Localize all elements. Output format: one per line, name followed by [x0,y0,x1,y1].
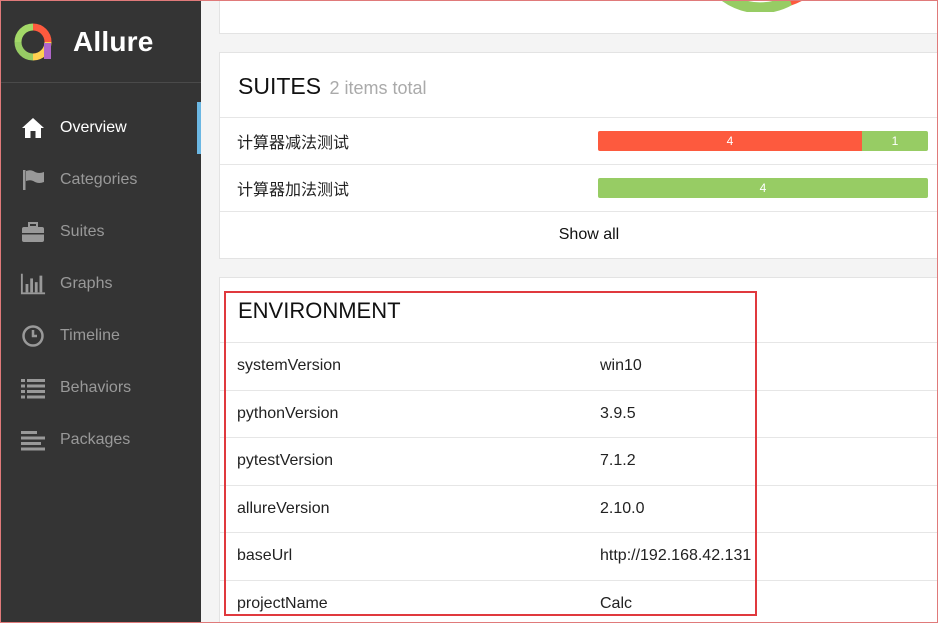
env-key: allureVersion [237,499,330,517]
show-all-link[interactable]: Show all [220,211,937,258]
suites-count: 2 items total [329,78,427,98]
sidebar-item-label: Behaviors [60,379,132,396]
suite-row[interactable]: 计算器减法测试 4 1 [220,117,937,164]
env-value: 2.10.0 [600,499,645,517]
sidebar-item-packages[interactable]: Packages [1,414,201,466]
sidebar-item-label: Categories [60,171,138,188]
suite-status-bar[interactable]: 4 [598,178,928,198]
app-title: Allure [73,25,154,57]
env-row: pythonVersion 3.9.5 [220,389,937,438]
env-row: baseUrl http://192.168.42.131 [220,532,937,580]
environment-widget: ENVIRONMENT systemVersion win10 pythonVe… [219,277,937,622]
sidebar-item-label: Overview [60,119,127,136]
sidebar-item-behaviors[interactable]: Behaviors [1,362,201,414]
main-content: SUITES 2 items total 计算器减法测试 4 1 计算器加法测试… [201,1,937,622]
suite-name: 计算器减法测试 [237,135,350,152]
env-key: baseUrl [237,547,293,565]
env-value: 7.1.2 [600,452,636,470]
summary-widget [219,1,937,34]
env-row: pytestVersion 7.1.2 [220,437,937,485]
sidebar-nav: Overview Categories Suites Graphs Timeli… [1,102,201,466]
briefcase-icon [20,220,46,244]
suites-widget: SUITES 2 items total 计算器减法测试 4 1 计算器加法测试… [219,52,937,259]
suite-status-bar[interactable]: 4 1 [598,131,928,151]
suites-title: SUITES [238,73,322,99]
env-key: pythonVersion [237,404,339,422]
env-value: win10 [600,357,642,375]
sidebar-item-label: Suites [60,223,105,240]
list-icon [20,376,46,400]
failed-segment: 4 [598,131,862,151]
env-value: http://192.168.42.131 [600,547,752,565]
summary-donut-chart [722,1,802,12]
suites-header: SUITES 2 items total [220,53,937,117]
env-key: projectName [237,594,328,612]
sidebar-item-suites[interactable]: Suites [1,206,201,258]
sidebar-item-categories[interactable]: Categories [1,154,201,206]
env-row: allureVersion 2.10.0 [220,484,937,533]
sidebar-item-label: Timeline [60,327,120,344]
sidebar-item-label: Packages [60,431,131,448]
env-key: systemVersion [237,357,342,375]
sidebar-item-label: Graphs [60,275,113,292]
align-left-icon [20,428,46,452]
sidebar-item-graphs[interactable]: Graphs [1,258,201,310]
bar-chart-icon [20,272,46,296]
flag-icon [20,168,46,192]
clock-icon [20,324,46,348]
env-value: Calc [600,594,633,612]
passed-segment: 4 [598,178,928,198]
env-row: systemVersion win10 [220,342,937,390]
allure-logo-icon [14,23,52,60]
home-icon [20,116,46,140]
sidebar-item-overview[interactable]: Overview [1,102,201,154]
env-value: 3.9.5 [600,404,636,422]
brand[interactable]: Allure [1,1,201,83]
env-key: pytestVersion [237,452,334,470]
environment-title: ENVIRONMENT [238,298,401,323]
suite-name: 计算器加法测试 [237,182,350,199]
sidebar: Allure Overview Categories Suites Graphs [1,1,201,622]
suite-row[interactable]: 计算器加法测试 4 [220,164,937,211]
sidebar-item-timeline[interactable]: Timeline [1,310,201,362]
env-row: projectName Calc [220,579,937,623]
passed-segment: 1 [862,131,928,151]
